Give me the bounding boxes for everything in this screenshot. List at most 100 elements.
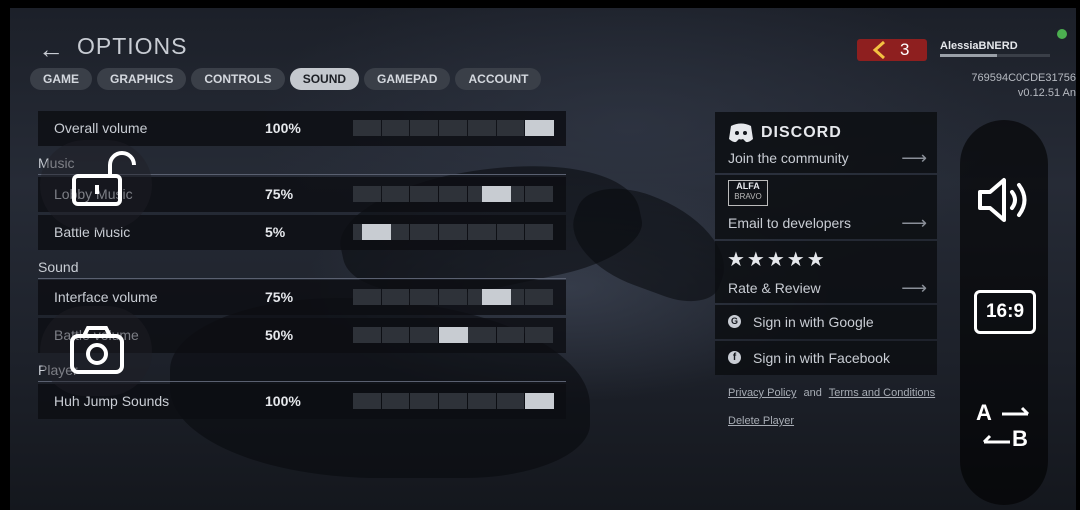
- setting-value: 100%: [265, 393, 301, 409]
- slider-knob[interactable]: [439, 327, 468, 343]
- slider-segment: [467, 327, 496, 343]
- aspect-ratio-button[interactable]: 16:9: [974, 290, 1036, 334]
- slider-segment: [353, 327, 381, 343]
- discord-text: Join the community: [728, 150, 849, 166]
- online-status-dot: [1057, 29, 1067, 39]
- slider-segment: [381, 289, 410, 305]
- section-header-sound: Sound: [38, 259, 566, 279]
- discord-row[interactable]: DISCORD Join the community ⟶: [715, 112, 937, 173]
- discord-logo-text: DISCORD: [761, 124, 842, 141]
- game-screen: ← OPTIONS GAME GRAPHICS CONTROLS SOUND G…: [10, 8, 1076, 510]
- terms-link[interactable]: Terms and Conditions: [829, 387, 935, 399]
- slider-segment: [439, 120, 467, 136]
- alfa-logo-top: ALFA: [736, 181, 760, 191]
- facebook-icon: f: [728, 351, 741, 364]
- slider-segment: [353, 289, 381, 305]
- tab-game[interactable]: GAME: [30, 68, 92, 90]
- volume-slider[interactable]: [353, 327, 554, 343]
- slider-segment: [381, 393, 410, 409]
- slider-segment: [467, 224, 496, 240]
- slider-segment: [467, 120, 496, 136]
- delete-player-container: Delete Player: [728, 411, 794, 429]
- level-badge: 3: [857, 39, 927, 61]
- slider-segment: [410, 120, 439, 136]
- google-text: Sign in with Google: [753, 314, 874, 330]
- email-text: Email to developers: [728, 215, 851, 231]
- slider-segment: [381, 120, 410, 136]
- arrow-right-icon: ⟶: [901, 278, 927, 298]
- xp-bar-fill: [940, 54, 998, 57]
- chevron-rank-icon: [872, 41, 885, 59]
- legal-links: Privacy Policy and Terms and Conditions: [728, 387, 935, 399]
- slider-segment: [353, 393, 381, 409]
- volume-slider[interactable]: [353, 120, 554, 136]
- slider-segment: [410, 327, 439, 343]
- legal-and-text: and: [803, 387, 822, 399]
- slider-knob[interactable]: [525, 120, 554, 136]
- camera-icon: [70, 326, 124, 374]
- slider-segment: [353, 120, 381, 136]
- slider-segment: [439, 393, 467, 409]
- speaker-icon: [978, 178, 1027, 222]
- slider-segment: [525, 186, 554, 202]
- delete-player-link[interactable]: Delete Player: [728, 415, 794, 427]
- slider-segment: [496, 120, 525, 136]
- slider-segment: [381, 327, 410, 343]
- slider-segment: [467, 393, 496, 409]
- email-developers-row[interactable]: ALFA BRAVO Email to developers ⟶: [715, 175, 937, 239]
- slider-segment: [381, 186, 410, 202]
- page-title: OPTIONS: [77, 33, 188, 59]
- arrow-right-icon: ⟶: [901, 213, 927, 233]
- setting-value: 50%: [265, 327, 294, 343]
- slider-segment: [496, 393, 525, 409]
- slider-segment: [410, 224, 439, 240]
- setting-value: 5%: [265, 224, 286, 240]
- volume-slider[interactable]: [353, 224, 554, 240]
- tab-gamepad[interactable]: GAMEPAD: [364, 68, 451, 90]
- volume-slider[interactable]: [353, 186, 554, 202]
- setting-label: Interface volume: [54, 289, 158, 305]
- slider-segment: [439, 224, 467, 240]
- rate-review-row[interactable]: ★★★★★ Rate & Review ⟶: [715, 241, 937, 303]
- tab-controls[interactable]: CONTROLS: [191, 68, 285, 90]
- slider-segment: [410, 393, 439, 409]
- setting-value: 100%: [265, 120, 301, 136]
- setting-value: 75%: [265, 289, 294, 305]
- slider-segment: [525, 289, 554, 305]
- slider-segment: [525, 224, 554, 240]
- slider-segment: [525, 327, 554, 343]
- privacy-policy-link[interactable]: Privacy Policy: [728, 387, 796, 399]
- alfa-logo-bottom: BRAVO: [734, 192, 762, 201]
- setting-value: 75%: [265, 186, 294, 202]
- rate-text: Rate & Review: [728, 280, 821, 296]
- player-id: 769594C0CDE31756: [971, 72, 1076, 84]
- slider-segment: [496, 224, 525, 240]
- facebook-signin-button[interactable]: f Sign in with Facebook: [715, 341, 937, 375]
- tab-account[interactable]: ACCOUNT: [455, 68, 542, 90]
- lock-toggle-button[interactable]: [40, 140, 152, 230]
- volume-slider[interactable]: [353, 289, 554, 305]
- slider-segment: [410, 289, 439, 305]
- rating-stars-icon: ★★★★★: [727, 249, 827, 271]
- side-control-panel: 16:9 A B: [960, 120, 1048, 505]
- slider-knob[interactable]: [525, 393, 554, 409]
- back-arrow-icon[interactable]: ←: [38, 34, 64, 65]
- google-signin-button[interactable]: G Sign in with Google: [715, 305, 937, 339]
- setting-label: Overall volume: [54, 120, 148, 136]
- slider-segment: [439, 289, 467, 305]
- tab-graphics[interactable]: GRAPHICS: [97, 68, 187, 90]
- discord-icon: [729, 123, 753, 143]
- player-name: AlessiaBNERD: [940, 40, 1018, 52]
- slider-segment: [410, 186, 439, 202]
- screenshot-button[interactable]: [40, 306, 152, 396]
- translate-button[interactable]: A B: [976, 400, 1036, 456]
- tab-sound[interactable]: SOUND: [289, 68, 360, 90]
- slider-knob[interactable]: [362, 224, 391, 240]
- volume-button[interactable]: [974, 170, 1034, 230]
- slider-segment: [439, 186, 467, 202]
- slider-knob[interactable]: [482, 289, 511, 305]
- volume-slider[interactable]: [353, 393, 554, 409]
- unlock-icon: [72, 151, 136, 206]
- tab-bar: GAME GRAPHICS CONTROLS SOUND GAMEPAD ACC…: [30, 68, 542, 90]
- slider-knob[interactable]: [482, 186, 511, 202]
